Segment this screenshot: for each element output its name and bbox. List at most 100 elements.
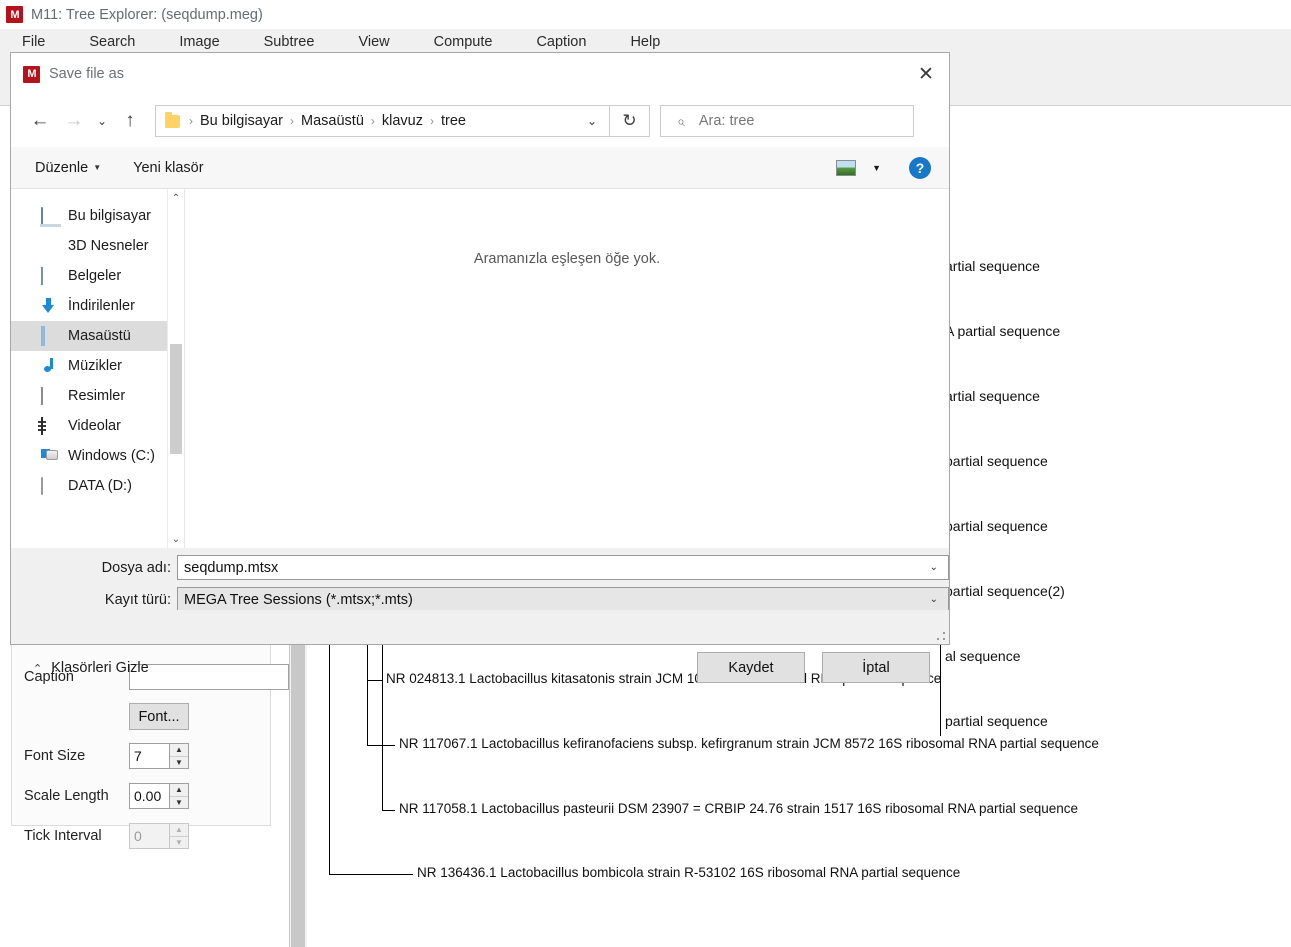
chevron-down-icon[interactable]: ▼ — [872, 163, 881, 173]
font-size-spin-buttons[interactable]: ▲ ▼ — [169, 743, 189, 769]
breadcrumb-separator: › — [189, 114, 193, 128]
recent-locations-icon[interactable]: ⌄ — [91, 104, 113, 138]
tree-leaf-branch — [367, 680, 382, 681]
chevron-down-icon[interactable]: ⌄ — [930, 562, 948, 573]
filename-value: seqdump.mtsx — [184, 559, 279, 576]
hide-folders-label: Klasörleri Gizle — [51, 660, 149, 676]
navigation-scrollbar-thumb[interactable] — [170, 344, 182, 454]
sidebar-item-indirilenler[interactable]: İndirilenler — [11, 291, 184, 321]
font-button-row: Font... — [129, 703, 189, 730]
tree-leaf-label: NR 136436.1 Lactobacillus bombicola stra… — [417, 865, 961, 880]
sidebar-item-label: Müzikler — [68, 358, 122, 374]
sidebar-item-label: Windows (C:) — [68, 448, 156, 464]
sidebar-item-resimler[interactable]: Resimler — [11, 381, 184, 411]
pictures-icon — [41, 387, 59, 405]
sidebar-item-windows-c[interactable]: Windows (C:) — [11, 441, 184, 471]
menu-image[interactable]: Image — [165, 31, 233, 53]
font-button[interactable]: Font... — [129, 703, 189, 730]
save-file-dialog: M Save file as ✕ ← → ⌄ ↑ › Bu bilgisayar… — [10, 52, 951, 683]
search-input[interactable]: ⌕ Ara: tree — [660, 105, 914, 137]
breadcrumb[interactable]: › Bu bilgisayar › Masaüstü › klavuz › tr… — [155, 105, 610, 137]
scroll-down-icon[interactable]: ⌄ — [168, 530, 184, 548]
sidebar-item-label: DATA (D:) — [68, 478, 132, 494]
breadcrumb-separator: › — [370, 114, 375, 128]
new-folder-button[interactable]: Yeni klasör — [123, 156, 213, 180]
sidebar-item-label: İndirilenler — [68, 298, 135, 314]
refresh-icon[interactable]: ↻ — [610, 105, 650, 137]
caption-input[interactable] — [129, 664, 289, 690]
menu-help[interactable]: Help — [616, 31, 674, 53]
scale-length-stepper[interactable]: 0.00 ▲ ▼ — [129, 783, 189, 809]
menu-file[interactable]: File — [8, 31, 59, 53]
back-icon[interactable]: ← — [23, 104, 57, 138]
dialog-footer: ⌃ Klasörleri Gizle Kaydet İptal — [11, 610, 949, 683]
scale-length-increment-icon[interactable]: ▲ — [170, 784, 188, 797]
desktop-icon — [41, 326, 59, 346]
file-list-pane[interactable]: Aramanızla eşleşen öğe yok. — [185, 189, 949, 548]
chevron-down-icon: ▼ — [93, 163, 102, 172]
filetype-row: Kayıt türü: MEGA Tree Sessions (*.mtsx;*… — [11, 587, 951, 612]
scale-length-spin-buttons[interactable]: ▲ ▼ — [169, 783, 189, 809]
up-icon[interactable]: ↑ — [113, 104, 147, 138]
change-view-icon[interactable] — [836, 159, 857, 176]
help-icon[interactable]: ? — [909, 156, 931, 179]
breadcrumb-item-tree[interactable]: tree — [441, 113, 466, 129]
tick-interval-stepper: 0 ▲ ▼ — [129, 823, 189, 849]
breadcrumb-item-computer[interactable]: Bu bilgisayar — [200, 113, 283, 129]
tree-branch-vertical — [382, 634, 383, 810]
tree-label-tail: A partial sequence — [945, 323, 1061, 339]
sidebar-item-3d-nesneler[interactable]: 3D Nesneler — [11, 231, 184, 261]
resize-grip[interactable] — [936, 631, 946, 641]
menu-view[interactable]: View — [344, 31, 403, 53]
tick-interval-spin-buttons: ▲ ▼ — [169, 823, 189, 849]
sidebar-item-muzikler[interactable]: Müzikler — [11, 351, 184, 381]
sidebar-item-belgeler[interactable]: Belgeler — [11, 261, 184, 291]
menu-caption[interactable]: Caption — [522, 31, 600, 53]
breadcrumb-item-desktop[interactable]: Masaüstü — [301, 113, 364, 129]
sidebar-item-bu-bilgisayar[interactable]: Bu bilgisayar — [11, 201, 184, 231]
menu-search[interactable]: Search — [75, 31, 149, 53]
tree-leaf-label: NR 117058.1 Lactobacillus pasteurii DSM … — [399, 801, 1079, 816]
filetype-label: Kayıt türü: — [104, 591, 171, 608]
tree-label-tail: partial sequence — [945, 518, 1048, 534]
organize-button[interactable]: Düzenle ▼ — [25, 156, 111, 180]
scale-length-decrement-icon[interactable]: ▼ — [170, 796, 188, 808]
menu-compute[interactable]: Compute — [420, 31, 507, 53]
dialog-body: Bu bilgisayar 3D Nesneler Belgeler İndir… — [11, 189, 949, 548]
sidebar-item-label: Masaüstü — [68, 328, 131, 344]
scale-length-value[interactable]: 0.00 — [129, 783, 169, 809]
scroll-up-icon[interactable]: ⌃ — [168, 189, 184, 207]
tree-label-tail: artial sequence — [945, 388, 1040, 404]
font-size-decrement-icon[interactable]: ▼ — [170, 756, 188, 768]
sidebar-item-masaustu[interactable]: Masaüstü — [11, 321, 184, 351]
font-size-stepper[interactable]: 7 ▲ ▼ — [129, 743, 189, 769]
panel-scrollbar-thumb[interactable] — [291, 636, 305, 947]
chevron-down-icon[interactable]: ⌄ — [587, 114, 609, 128]
font-size-value[interactable]: 7 — [129, 743, 169, 769]
videos-icon — [41, 417, 59, 435]
tree-label-tail: partial sequence — [945, 713, 1048, 729]
menu-subtree[interactable]: Subtree — [250, 31, 329, 53]
filetype-select[interactable]: MEGA Tree Sessions (*.mtsx;*.mts) ⌄ — [177, 587, 949, 612]
search-icon: ⌕ — [677, 112, 685, 129]
hide-folders-button[interactable]: ⌃ Klasörleri Gizle — [33, 660, 149, 676]
chevron-down-icon[interactable]: ⌄ — [930, 594, 948, 605]
save-button[interactable]: Kaydet — [697, 652, 805, 683]
scale-length-row: Scale Length 0.00 ▲ ▼ — [24, 783, 189, 809]
sidebar-item-videolar[interactable]: Videolar — [11, 411, 184, 441]
breadcrumb-item-klavuz[interactable]: klavuz — [382, 113, 423, 129]
filename-input[interactable]: seqdump.mtsx ⌄ — [177, 555, 949, 580]
close-icon[interactable]: ✕ — [903, 53, 949, 95]
sidebar-item-data-d[interactable]: DATA (D:) — [11, 471, 184, 501]
windows-drive-icon — [41, 448, 59, 464]
breadcrumb-separator: › — [430, 114, 434, 128]
forward-icon: → — [64, 110, 84, 131]
cube-icon — [41, 238, 59, 254]
navigation-pane: Bu bilgisayar 3D Nesneler Belgeler İndir… — [11, 189, 185, 548]
organize-label: Düzenle — [35, 159, 89, 176]
font-size-increment-icon[interactable]: ▲ — [170, 744, 188, 757]
sidebar-item-label: Videolar — [68, 418, 121, 434]
tree-leaf-branch — [329, 874, 413, 875]
cancel-button[interactable]: İptal — [822, 652, 930, 683]
navigation-pane-scrollbar[interactable]: ⌃ ⌄ — [167, 189, 184, 548]
